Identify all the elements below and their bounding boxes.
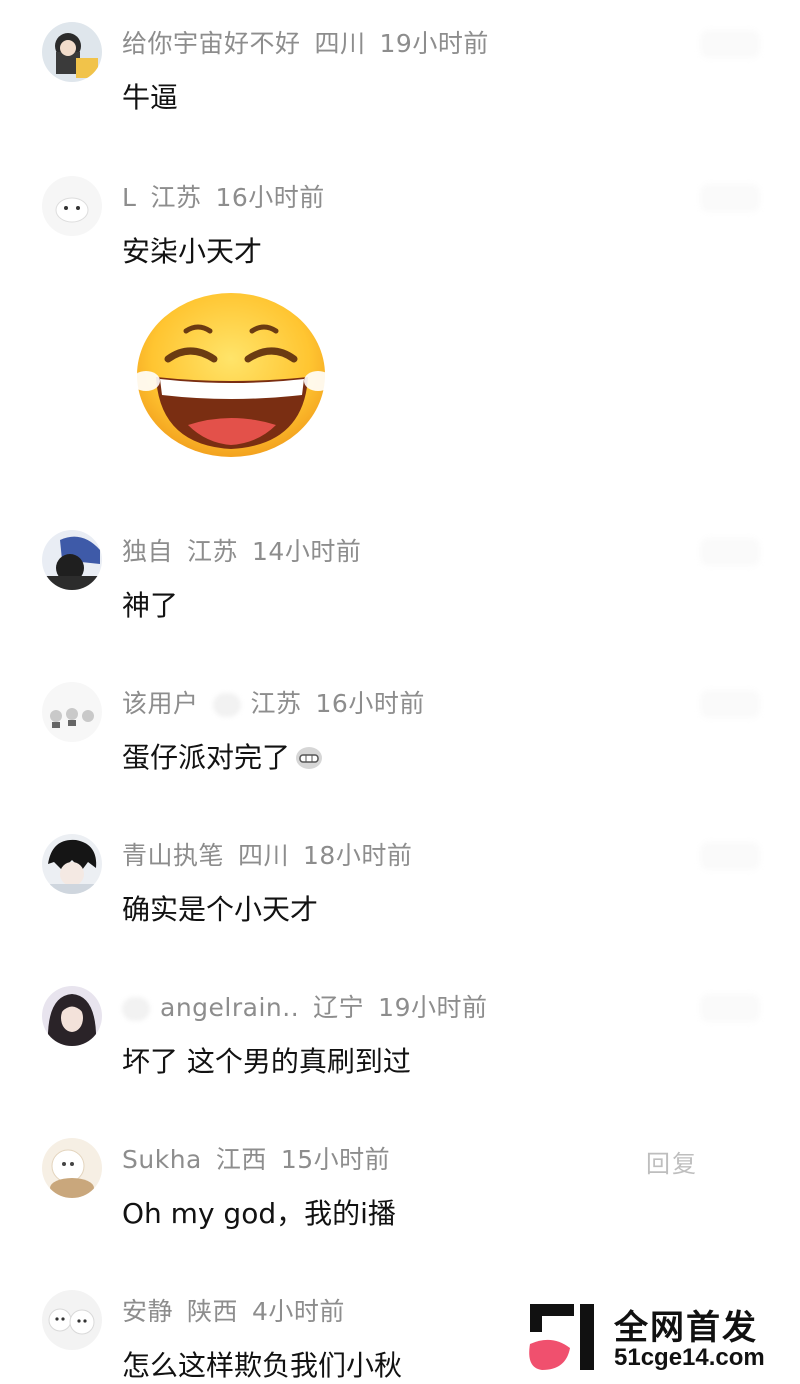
comment-text-row: 蛋仔派对完了	[122, 736, 324, 776]
watermark-url: 51cge14.com	[614, 1344, 765, 1371]
site-logo-icon	[529, 1304, 594, 1370]
user-location: 陕西	[187, 1297, 239, 1326]
user-location: 四川	[238, 841, 290, 870]
comment-meta: angelrain.. 辽宁 19小时前	[122, 988, 501, 1024]
comment-meta: L 江苏 16小时前	[122, 178, 339, 214]
user-name[interactable]: 给你宇宙好不好	[122, 29, 301, 58]
comment-text: 牛逼	[122, 81, 179, 114]
comment-item: angelrain.. 辽宁 19小时前 坏了 这个男的真刷到过	[0, 964, 800, 1114]
comment-item: 给你宇宙好不好 四川 19小时前 牛逼	[0, 0, 800, 150]
comment-meta: 独自 江苏 14小时前	[122, 532, 375, 568]
comment-time: 19小时前	[378, 993, 488, 1022]
comment-meta: 青山执笔 四川 18小时前	[122, 836, 426, 872]
user-location: 江西	[215, 1145, 267, 1174]
user-name[interactable]: 独自	[122, 537, 173, 566]
comment-item: 该用户 江苏 16小时前 蛋仔派对完了	[0, 660, 800, 810]
comment-text: Oh my god，我的i播	[122, 1197, 396, 1230]
comment-meta: Sukha 江西 15小时前	[122, 1140, 404, 1176]
like-button[interactable]	[700, 30, 760, 58]
user-avatar[interactable]	[42, 986, 102, 1046]
user-name[interactable]: L	[122, 183, 136, 212]
like-button[interactable]	[700, 690, 760, 718]
user-name[interactable]: angelrain..	[160, 993, 299, 1022]
user-location: 辽宁	[313, 993, 365, 1022]
user-name[interactable]: 安静	[122, 1297, 173, 1326]
comment-item: Sukha 江西 15小时前 回复 Oh my god，我的i播	[0, 1116, 800, 1266]
user-avatar[interactable]	[42, 1138, 102, 1198]
hidden-name-chip	[122, 997, 150, 1021]
user-name[interactable]: 该用户	[122, 689, 199, 718]
comment-text: 蛋仔派对完了	[122, 741, 291, 774]
user-location: 江苏	[250, 689, 302, 718]
like-button[interactable]	[700, 994, 760, 1022]
like-button[interactable]	[700, 184, 760, 212]
comment-item: L 江苏 16小时前 安柒小天才	[0, 152, 800, 512]
user-avatar[interactable]	[42, 1290, 102, 1350]
user-name[interactable]: Sukha	[122, 1145, 202, 1174]
comment-time: 19小时前	[379, 29, 489, 58]
user-avatar[interactable]	[42, 682, 102, 742]
laughing-emoji-sticker	[132, 293, 332, 457]
comment-text: 安柒小天才	[122, 235, 263, 268]
user-avatar[interactable]	[42, 834, 102, 894]
watermark-title: 全网首发	[614, 1308, 758, 1348]
comment-time: 18小时前	[303, 841, 413, 870]
comment-item: 独自 江苏 14小时前 神了	[0, 506, 800, 656]
comment-time: 15小时前	[280, 1145, 391, 1174]
user-location: 四川	[314, 29, 366, 58]
comment-text: 怎么这样欺负我们小秋	[122, 1349, 403, 1382]
comment-time: 14小时前	[252, 537, 362, 566]
user-name[interactable]: 青山执笔	[122, 841, 224, 870]
user-location: 江苏	[150, 183, 202, 212]
user-location: 江苏	[187, 537, 239, 566]
like-button[interactable]	[700, 842, 760, 870]
hidden-name-chip	[212, 693, 241, 717]
user-avatar[interactable]	[42, 22, 102, 82]
user-avatar[interactable]	[42, 176, 102, 236]
comment-text: 确实是个小天才	[122, 893, 319, 926]
grimace-emoji-icon	[296, 747, 323, 769]
comment-meta: 该用户 江苏 16小时前	[122, 684, 439, 720]
comment-meta: 安静 陕西 4小时前	[122, 1292, 359, 1328]
reply-button[interactable]: 回复	[646, 1144, 698, 1179]
comment-time: 16小时前	[315, 689, 425, 718]
comment-meta: 给你宇宙好不好 四川 19小时前	[122, 24, 503, 60]
comment-time: 16小时前	[215, 183, 325, 212]
comment-text: 神了	[122, 589, 179, 622]
comment-text: 坏了 这个男的真刷到过	[122, 1045, 411, 1078]
comment-item: 青山执笔 四川 18小时前 确实是个小天才	[0, 812, 800, 962]
site-watermark: 全网首发 51cge14.com	[522, 1298, 792, 1378]
user-avatar[interactable]	[42, 530, 102, 590]
comment-time: 4小时前	[252, 1297, 345, 1326]
like-button[interactable]	[700, 538, 760, 566]
